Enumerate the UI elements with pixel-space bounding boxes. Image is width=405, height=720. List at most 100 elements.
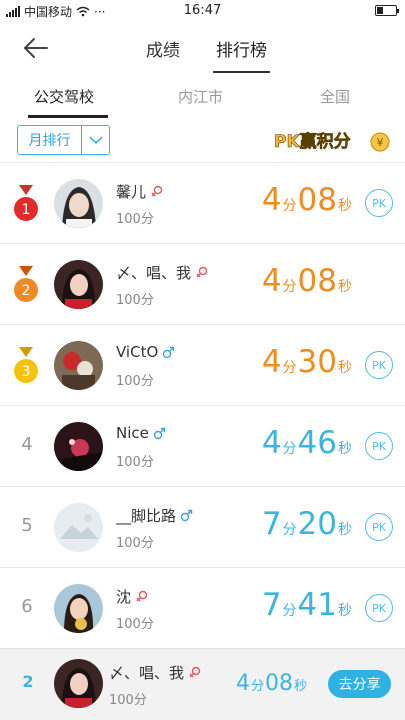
female-icon <box>151 185 163 197</box>
user-name-text: Nice <box>116 424 149 442</box>
tab-national[interactable]: 全国 <box>320 86 350 107</box>
seconds: 08 <box>297 182 337 218</box>
seconds: 08 <box>265 671 294 696</box>
user-points: 100分 <box>116 536 154 551</box>
pk-banner[interactable]: ¥ PK赢积分 <box>270 125 394 155</box>
bronze-medal-icon: 3 <box>14 347 38 383</box>
seconds-unit: 秒 <box>338 198 352 214</box>
seconds-unit: 秒 <box>338 603 352 619</box>
user-name-text: ViCtO <box>116 343 159 361</box>
minutes: 7 <box>261 587 282 623</box>
seconds-unit: 秒 <box>338 522 352 538</box>
minutes: 4 <box>261 344 282 380</box>
male-icon <box>180 509 193 522</box>
my-rank-bar: 2 〆、唱、我 100分 4 分 08 秒 去分享 <box>0 648 405 720</box>
my-points: 100分 <box>109 693 147 708</box>
score-time: 4 分 30 秒 <box>262 345 353 379</box>
user-name-text: 〆、唱、我 <box>116 264 192 282</box>
minutes-unit: 分 <box>251 679 265 694</box>
tab-scores[interactable]: 成绩 <box>146 36 180 61</box>
female-icon <box>196 266 208 278</box>
ranking-row[interactable]: 4 Nice 100分 4 分 46 秒 PK <box>0 406 405 487</box>
minutes-unit: 分 <box>282 441 297 457</box>
minutes-unit: 分 <box>282 522 297 538</box>
ranking-row[interactable]: 2 〆、唱、我 100分 4 分 08 秒 <box>0 244 405 325</box>
scope-tabs: 公交驾校 内江市 全国 <box>0 80 405 120</box>
user-name: __脚比路 <box>116 505 193 526</box>
user-points: 100分 <box>116 293 154 308</box>
header: 成绩 排行榜 <box>0 22 405 74</box>
minutes: 4 <box>261 182 282 218</box>
seconds: 30 <box>297 344 337 380</box>
status-time: 16:47 <box>183 3 222 18</box>
user-points: 100分 <box>116 374 154 389</box>
seconds-unit: 秒 <box>294 679 308 694</box>
score-time: 4 分 08 秒 <box>262 264 353 298</box>
minutes-unit: 分 <box>282 198 297 214</box>
score-time: 7 分 41 秒 <box>262 588 353 622</box>
user-name-text: __脚比路 <box>116 507 177 525</box>
tab-city[interactable]: 内江市 <box>178 86 223 107</box>
score-time: 4 分 46 秒 <box>262 426 353 460</box>
seconds-unit: 秒 <box>338 441 352 457</box>
tab-school[interactable]: 公交驾校 <box>34 86 94 107</box>
seconds: 20 <box>297 506 337 542</box>
pk-button[interactable]: PK <box>365 351 393 379</box>
user-name-text: 馨儿 <box>116 183 147 201</box>
avatar[interactable] <box>54 179 103 228</box>
avatar[interactable] <box>54 422 103 471</box>
avatar[interactable] <box>54 584 103 633</box>
minutes: 7 <box>261 506 282 542</box>
month-ranking-select[interactable]: 月排行 <box>17 125 110 155</box>
battery-icon <box>375 5 399 16</box>
pk-button[interactable]: PK <box>365 432 393 460</box>
rank-number: 6 <box>21 596 33 617</box>
pk-button[interactable]: PK <box>365 594 393 622</box>
medal-rank: 3 <box>22 364 31 380</box>
medal-rank: 2 <box>22 283 31 299</box>
rank-number: 5 <box>21 515 33 536</box>
arrow-left-icon[interactable] <box>22 34 50 62</box>
ranking-row[interactable]: 1 馨儿 100分 4 分 08 秒 PK <box>0 163 405 244</box>
ranking-row[interactable]: 5 __脚比路 100分 7 分 20 秒 PK <box>0 487 405 568</box>
tab-leaderboard[interactable]: 排行榜 <box>216 36 267 61</box>
female-icon <box>189 666 201 678</box>
status-bar: 中国移动 ··· 16:47 <box>0 0 405 22</box>
avatar[interactable] <box>54 341 103 390</box>
user-points: 100分 <box>116 617 154 632</box>
avatar[interactable] <box>54 503 103 552</box>
ranking-row[interactable]: 6 沈 100分 7 分 41 秒 PK <box>0 568 405 649</box>
minutes-unit: 分 <box>282 360 297 376</box>
my-user-name: 〆、唱、我 <box>109 662 201 683</box>
my-user-name-text: 〆、唱、我 <box>109 664 185 682</box>
ranking-row[interactable]: 3 ViCtO 100分 4 分 30 秒 PK <box>0 325 405 406</box>
male-icon <box>163 346 175 358</box>
gold-medal-icon: 1 <box>14 185 38 221</box>
avatar[interactable] <box>54 260 103 309</box>
seconds-unit: 秒 <box>338 279 352 295</box>
minutes: 4 <box>236 671 250 696</box>
user-name-text: 沈 <box>116 588 132 606</box>
seconds-unit: 秒 <box>338 360 352 376</box>
pk-button[interactable]: PK <box>365 189 393 217</box>
pk-banner-text: PK赢积分 <box>274 131 351 152</box>
user-points: 100分 <box>116 212 154 227</box>
svg-text:¥: ¥ <box>377 136 384 149</box>
score-time: 4 分 08 秒 <box>262 183 353 217</box>
rank-number: 4 <box>21 434 33 455</box>
minutes-unit: 分 <box>282 279 297 295</box>
subtab-active-indicator <box>28 115 108 118</box>
chevron-down-icon <box>81 126 109 154</box>
my-avatar[interactable] <box>54 659 103 708</box>
minutes-unit: 分 <box>282 603 297 619</box>
pk-button[interactable]: PK <box>365 513 393 541</box>
user-points: 100分 <box>116 455 154 470</box>
seconds: 08 <box>297 263 337 299</box>
medal-rank: 1 <box>22 202 31 218</box>
user-name: 〆、唱、我 <box>116 262 208 283</box>
tab-active-indicator <box>213 71 270 73</box>
filter-row: 月排行 ¥ PK赢积分 <box>0 125 405 161</box>
share-button[interactable]: 去分享 <box>328 670 391 698</box>
my-rank-number: 2 <box>22 672 34 691</box>
seconds: 41 <box>297 587 337 623</box>
